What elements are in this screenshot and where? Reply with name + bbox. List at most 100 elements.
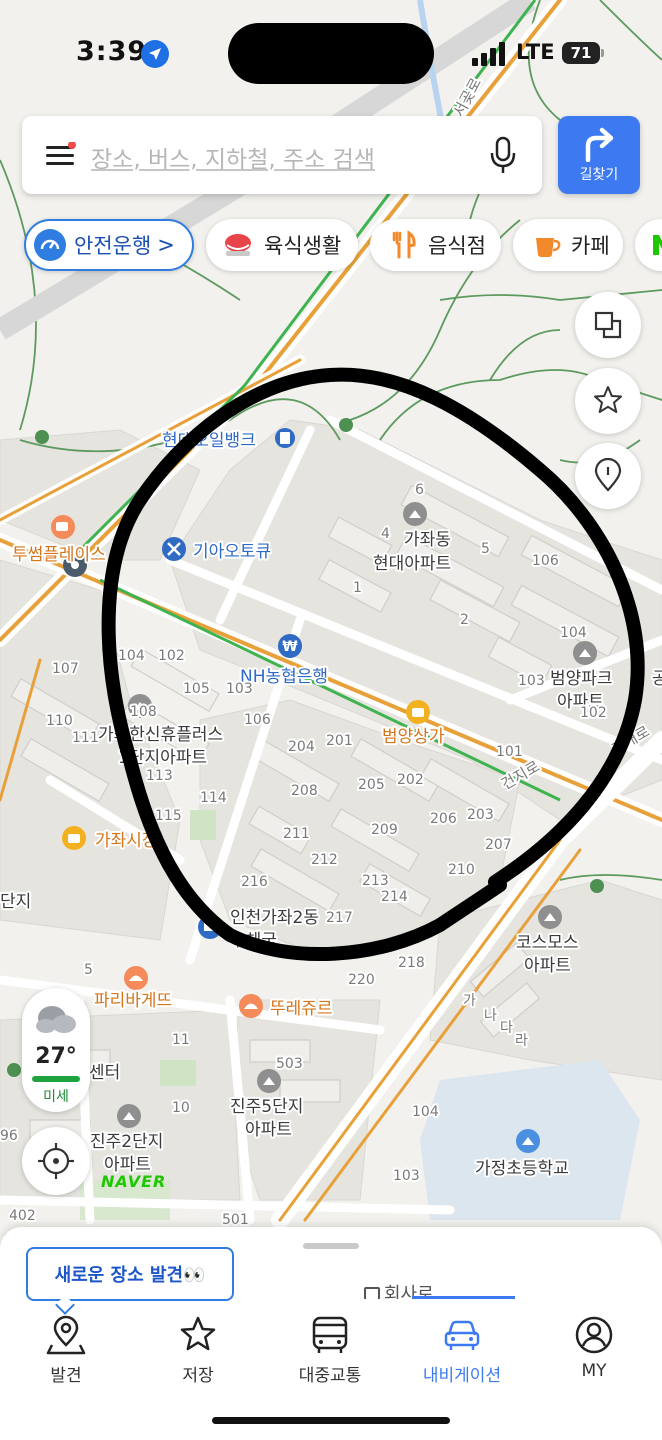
place-jinju5-2: 아파트 xyxy=(245,1120,292,1140)
tab-discover-label: 발견 xyxy=(50,1366,82,1386)
map-pin-icon xyxy=(46,1315,86,1355)
building-number: 4 xyxy=(381,526,390,542)
star-icon xyxy=(180,1316,216,1351)
signal-icon xyxy=(472,42,505,66)
place-center-partial: 센터 xyxy=(89,1063,120,1083)
bus-icon xyxy=(312,1316,348,1353)
place-pin-button[interactable] xyxy=(575,443,641,509)
tab-transit[interactable]: 대중교통 xyxy=(264,1299,396,1399)
building-number: 108 xyxy=(130,704,157,720)
place-cosmos-1: 코스모스 xyxy=(516,933,579,953)
building-number: 207 xyxy=(485,837,512,853)
building-number: 115 xyxy=(155,808,182,824)
car-icon xyxy=(444,1320,480,1350)
chip-restaurant[interactable]: 음식점 xyxy=(370,219,501,271)
current-location-button[interactable] xyxy=(22,1127,90,1195)
building-number: 202 xyxy=(397,772,424,788)
building-number: 103 xyxy=(226,681,253,697)
building-number: 라 xyxy=(515,1033,528,1049)
chip-cafe-label: 카페 xyxy=(571,234,610,258)
status-time: 3:39 xyxy=(76,36,148,67)
favorites-button[interactable] xyxy=(575,368,641,434)
place-gajwa-hyundai-1: 가좌동 xyxy=(404,530,451,550)
building-number: 1 xyxy=(353,580,362,596)
map-canvas[interactable]: 서곶로 건지로 고개로 ₩ 현대오일뱅크 투썸플레이스 기아오토큐 가좌동 현대… xyxy=(0,0,662,1440)
building-number: 503 xyxy=(276,1056,303,1072)
building-number: 211 xyxy=(283,826,310,842)
building-number: 106 xyxy=(532,553,559,569)
building-number: 220 xyxy=(348,972,375,988)
weather-widget[interactable]: 27° 미세 xyxy=(22,988,90,1112)
route-label: 길찾기 xyxy=(579,167,619,183)
building-number: 210 xyxy=(448,862,475,878)
building-number: 501 xyxy=(222,1212,249,1228)
place-post-office-1: 인천가좌2동 xyxy=(230,908,319,928)
tab-navigation-label: 내비게이션 xyxy=(422,1366,502,1386)
building-number: 11 xyxy=(172,1032,190,1048)
home-indicator xyxy=(212,1417,450,1424)
building-number: 10 xyxy=(172,1100,190,1116)
building-number: 102 xyxy=(580,705,607,721)
building-number: 113 xyxy=(146,768,173,784)
search-bar[interactable]: 장소, 버스, 지하철, 주소 검색 xyxy=(22,116,542,194)
building-number: 104 xyxy=(118,648,145,664)
building-number: 214 xyxy=(381,889,408,905)
microphone-icon[interactable] xyxy=(489,136,517,174)
cloud-icon xyxy=(36,1006,76,1033)
chip-meat-label: 육식생활 xyxy=(264,234,342,258)
search-input[interactable]: 장소, 버스, 지하철, 주소 검색 xyxy=(91,140,375,174)
naver-logo: NAVER xyxy=(101,1172,167,1191)
tab-navigation[interactable]: 내비게이션 xyxy=(396,1299,528,1399)
n-logo-icon xyxy=(653,235,662,255)
svg-text:₩: ₩ xyxy=(282,639,298,655)
network-label: LTE xyxy=(516,40,555,64)
building-number: 나 xyxy=(484,1008,497,1024)
layers-button[interactable] xyxy=(575,292,641,358)
place-nh-bank: NH농협은행 xyxy=(240,667,328,687)
building-number: 2 xyxy=(460,612,469,628)
turn-arrow-icon xyxy=(585,127,614,162)
chip-restaurant-label: 음식점 xyxy=(428,234,486,258)
building-number: 114 xyxy=(200,790,227,806)
weather-temperature: 27° xyxy=(35,1044,77,1069)
building-number: 96 xyxy=(0,1128,18,1144)
new-place-tooltip[interactable]: 새로운 장소 발견👀 xyxy=(26,1247,234,1301)
menu-icon[interactable] xyxy=(46,142,76,168)
building-number: 105 xyxy=(183,681,210,697)
sheet-handle[interactable] xyxy=(303,1243,359,1249)
place-jinju2-1: 진주2단지 xyxy=(90,1132,163,1152)
building-number: 217 xyxy=(326,910,353,926)
tab-saved[interactable]: 저장 xyxy=(132,1299,264,1399)
building-number: 6 xyxy=(415,482,424,498)
building-number: 다 xyxy=(500,1020,513,1036)
chip-safe-label: 안전운행 xyxy=(74,234,152,258)
building-number: 201 xyxy=(326,733,353,749)
place-twosome: 투썸플레이스 xyxy=(12,545,106,565)
place-gajwa-hyundai-2: 현대아파트 xyxy=(373,554,451,574)
route-button[interactable]: 길찾기 xyxy=(558,116,640,194)
chip-cafe[interactable]: 카페 xyxy=(513,219,623,271)
coffee-cup-icon xyxy=(536,238,561,257)
place-right-partial: 공 xyxy=(652,669,662,689)
place-gajeong-school: 가정초등학교 xyxy=(475,1159,569,1179)
building-number: 216 xyxy=(241,874,268,890)
building-number: 102 xyxy=(158,648,185,664)
star-icon xyxy=(594,386,622,413)
chip-meat[interactable]: 육식생활 xyxy=(206,219,358,271)
building-number: 209 xyxy=(371,822,398,838)
battery-icon: 71 xyxy=(562,42,600,64)
building-number: 107 xyxy=(52,661,79,677)
tab-discover[interactable]: 발견 xyxy=(0,1299,132,1399)
battery-cap xyxy=(601,49,604,57)
building-number: 402 xyxy=(9,1208,36,1224)
building-number: 104 xyxy=(412,1104,439,1120)
speedometer-icon xyxy=(34,229,66,261)
tab-my[interactable]: MY xyxy=(528,1299,660,1399)
chip-safe-driving[interactable]: 안전운행 > xyxy=(24,219,194,271)
crosshair-icon xyxy=(38,1143,74,1179)
building-number: 103 xyxy=(393,1168,420,1184)
building-number: 110 xyxy=(46,713,73,729)
place-beomyang-mall: 범양상가 xyxy=(382,727,445,747)
chevron-right-icon: > xyxy=(157,233,175,257)
air-quality-bar xyxy=(32,1076,80,1082)
